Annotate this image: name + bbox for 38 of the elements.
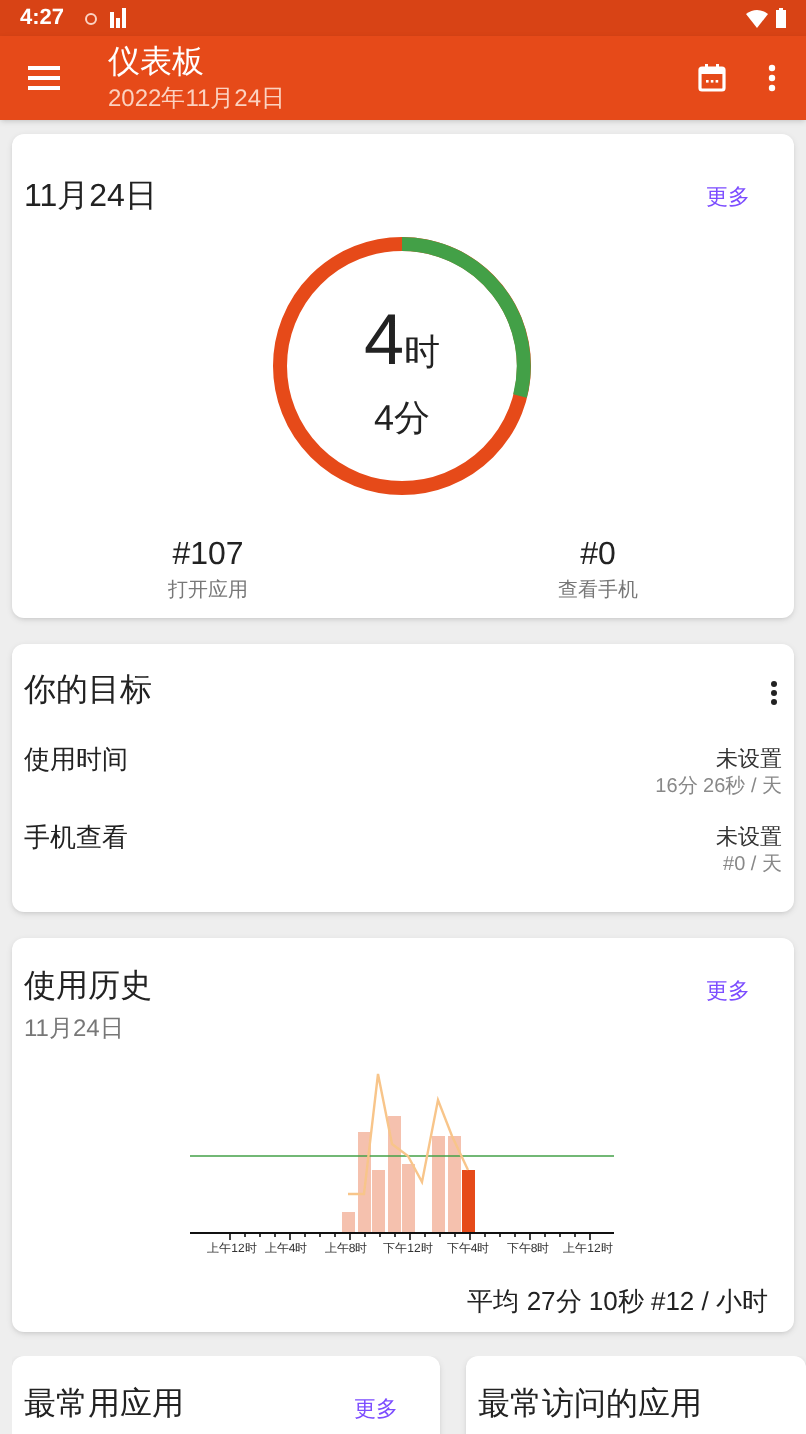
minutes-value: 4分 bbox=[373, 396, 430, 442]
calendar-icon bbox=[698, 64, 726, 92]
current-hour-bar bbox=[462, 1170, 475, 1232]
more-options-icon bbox=[768, 64, 776, 92]
goal-detail: #0 / 天 bbox=[723, 854, 782, 879]
more-link[interactable]: 更多 bbox=[706, 976, 750, 1009]
goal-label: 使用时间 bbox=[24, 742, 128, 778]
unlocks-line bbox=[348, 1072, 470, 1196]
chart-bar bbox=[448, 1136, 461, 1232]
app-title: 仪表板 bbox=[108, 43, 206, 83]
chart-bar bbox=[342, 1212, 355, 1232]
goal-detail: 16分 26秒 / 天 bbox=[655, 775, 782, 801]
status-time: 4:27 bbox=[20, 3, 65, 34]
bar-chart-icon bbox=[110, 8, 131, 28]
card-date: 11月24日 bbox=[24, 1012, 124, 1046]
hours-unit: 时 bbox=[404, 330, 441, 376]
goal-label: 手机查看 bbox=[24, 820, 128, 857]
app-subtitle: 2022年11月24日 bbox=[108, 83, 285, 113]
card-title: 你的目标 bbox=[24, 672, 152, 712]
card-title: 最常用应用 bbox=[24, 1385, 184, 1426]
hours-value: 4 bbox=[363, 304, 405, 376]
more-link[interactable]: 更多 bbox=[354, 1394, 398, 1427]
stat-value: #107 bbox=[172, 536, 244, 576]
goal-status: 未设置 bbox=[716, 826, 782, 854]
goal-status: 未设置 bbox=[716, 748, 782, 775]
wifi-icon bbox=[746, 9, 768, 27]
card-title: 11月24日 bbox=[24, 178, 157, 218]
menu-icon bbox=[28, 66, 60, 90]
chart-bar bbox=[432, 1136, 445, 1232]
more-link[interactable]: 更多 bbox=[706, 182, 750, 215]
usage-summary: 平均 27分 10秒 #12 / 小时 bbox=[467, 1284, 768, 1320]
more-options-icon[interactable] bbox=[770, 679, 778, 705]
stat-label: 打开应用 bbox=[168, 577, 248, 606]
stat-label: 查看手机 bbox=[558, 577, 638, 606]
card-title: 使用历史 bbox=[24, 967, 152, 1008]
card-title: 最常访问的应用 bbox=[478, 1385, 702, 1426]
battery-icon bbox=[776, 8, 786, 28]
stat-value: #0 bbox=[580, 536, 616, 576]
